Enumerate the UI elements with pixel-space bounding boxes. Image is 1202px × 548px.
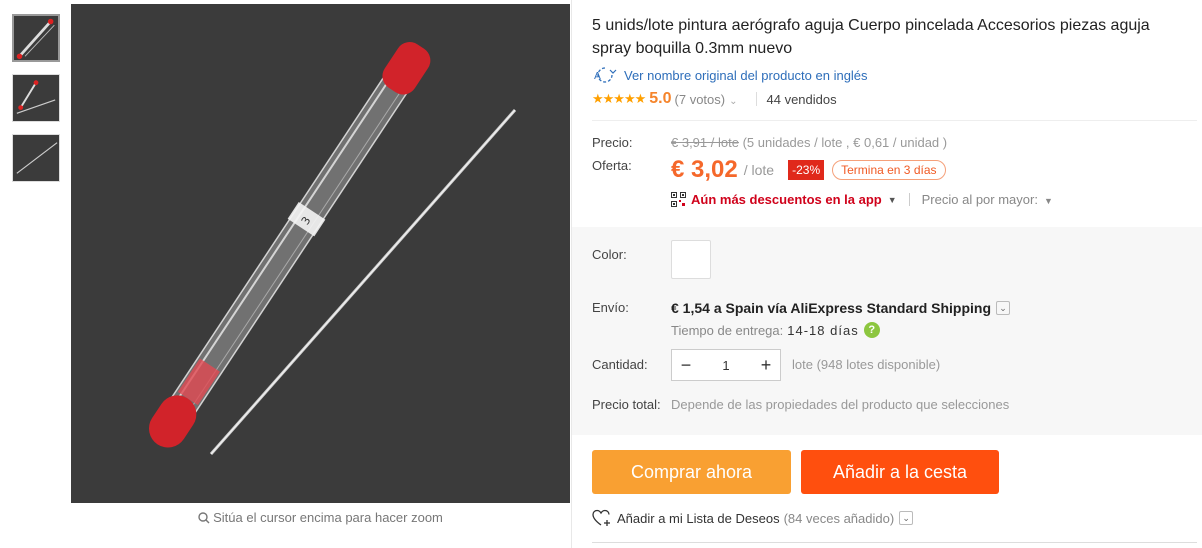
votes-text: (7 votos) bbox=[674, 91, 726, 107]
offer-row: € 3,02 / lote -23% Termina en 3 días bbox=[671, 156, 946, 184]
old-price: € 3,91 / lote (5 unidades / lote , € 0,6… bbox=[671, 135, 947, 150]
decrease-button[interactable]: − bbox=[672, 350, 700, 380]
wholesale-text: Precio al por mayor: bbox=[921, 192, 1038, 207]
buy-now-button[interactable]: Comprar ahora bbox=[592, 450, 791, 494]
thumbnail-3-image bbox=[13, 135, 59, 181]
wholesale-dropdown[interactable]: Precio al por mayor: ▼ bbox=[922, 192, 1053, 207]
quantity-stepper: − + bbox=[671, 349, 781, 381]
thumbnail-1[interactable] bbox=[12, 14, 60, 62]
shipping-info: € 1,54 a Spain vía AliExpress Standard S… bbox=[671, 300, 1011, 316]
zoom-hint: Sitúa el cursor encima para hacer zoom bbox=[71, 510, 570, 527]
caret-down-icon: ▼ bbox=[1043, 196, 1053, 206]
wishlist-count: (84 veces añadido) bbox=[783, 510, 895, 526]
wishlist-dropdown-icon[interactable]: ⌄ bbox=[899, 511, 914, 525]
votes-dropdown[interactable]: (7 votos) ⌄ bbox=[675, 92, 738, 107]
color-swatch[interactable] bbox=[671, 240, 711, 279]
wishlist-text: Añadir a mi Lista de Deseos bbox=[617, 510, 780, 526]
app-discount-link[interactable]: Aún más descuentos en la app bbox=[691, 192, 882, 207]
magnifier-icon bbox=[198, 512, 210, 527]
divider bbox=[908, 193, 910, 206]
star-rating-icon: ★★★★★ bbox=[592, 91, 646, 106]
original-name-text: Ver nombre original del producto en ingl… bbox=[624, 67, 868, 83]
wishlist-link[interactable]: Añadir a mi Lista de Deseos (84 veces añ… bbox=[592, 509, 914, 527]
delivery-days: 14-18 días bbox=[787, 322, 859, 338]
offer-label: Oferta: bbox=[592, 158, 632, 173]
offer-price: € 3,02 bbox=[671, 156, 738, 183]
thumbnail-list bbox=[12, 14, 62, 194]
quantity-input[interactable] bbox=[700, 350, 752, 380]
ends-badge: Termina en 3 días bbox=[832, 160, 946, 180]
discount-badge: -23% bbox=[788, 160, 825, 180]
product-title: 5 unids/lote pintura aerógrafo aguja Cue… bbox=[592, 17, 1150, 57]
add-to-cart-button[interactable]: Añadir a la cesta bbox=[801, 450, 999, 494]
thumbnail-2-image bbox=[13, 75, 59, 121]
shipping-dropdown-icon[interactable]: ⌄ bbox=[996, 301, 1011, 315]
rating-value: 5.0 bbox=[649, 90, 672, 107]
old-price-detail: (5 unidades / lote , € 0,61 / unidad ) bbox=[742, 135, 948, 150]
offer-unit: / lote bbox=[743, 162, 775, 178]
delivery-label: Tiempo de entrega: bbox=[671, 322, 784, 338]
translate-icon: A bbox=[592, 66, 618, 84]
divider bbox=[755, 92, 757, 106]
total-label: Precio total: bbox=[592, 397, 661, 412]
thumbnail-3[interactable] bbox=[12, 134, 60, 182]
thumbnail-1-image bbox=[14, 16, 58, 60]
delivery-time: Tiempo de entrega: 14-18 días ? bbox=[671, 322, 880, 338]
product-photo: 3 bbox=[71, 4, 570, 503]
main-product-image[interactable]: 3 bbox=[71, 4, 570, 503]
rating-row: ★★★★★ 5.0 (7 votos) ⌄ 44 vendidos bbox=[592, 90, 837, 108]
product-info: 5 unids/lote pintura aerógrafo aguja Cue… bbox=[572, 0, 1202, 548]
chevron-down-icon: ⌄ bbox=[729, 95, 738, 107]
increase-button[interactable]: + bbox=[752, 350, 780, 380]
qr-code-icon bbox=[671, 192, 686, 207]
total-note: Depende de las propiedades del producto … bbox=[671, 397, 1010, 412]
thumbnail-2[interactable] bbox=[12, 74, 60, 122]
quantity-label: Cantidad: bbox=[592, 357, 648, 372]
app-discount-row: Aún más descuentos en la app ▼ Precio al… bbox=[671, 192, 1053, 207]
sold-count: 44 vendidos bbox=[766, 91, 837, 107]
color-label: Color: bbox=[592, 247, 627, 262]
old-price-value: € 3,91 / lote bbox=[671, 135, 739, 150]
price-label: Precio: bbox=[592, 135, 633, 150]
caret-down-icon[interactable]: ▼ bbox=[888, 195, 897, 205]
svg-text:A: A bbox=[594, 71, 601, 82]
divider bbox=[592, 120, 1197, 121]
help-icon[interactable]: ? bbox=[863, 322, 880, 338]
quantity-note: lote (948 lotes disponible) bbox=[792, 357, 941, 372]
zoom-hint-text: Sitúa el cursor encima para hacer zoom bbox=[213, 510, 443, 525]
shipping-text: € 1,54 a Spain vía AliExpress Standard S… bbox=[671, 300, 992, 316]
heart-plus-icon bbox=[592, 509, 612, 527]
shipping-label: Envío: bbox=[592, 300, 629, 315]
divider bbox=[592, 542, 1197, 543]
original-name-link[interactable]: A Ver nombre original del producto en in… bbox=[592, 66, 868, 84]
